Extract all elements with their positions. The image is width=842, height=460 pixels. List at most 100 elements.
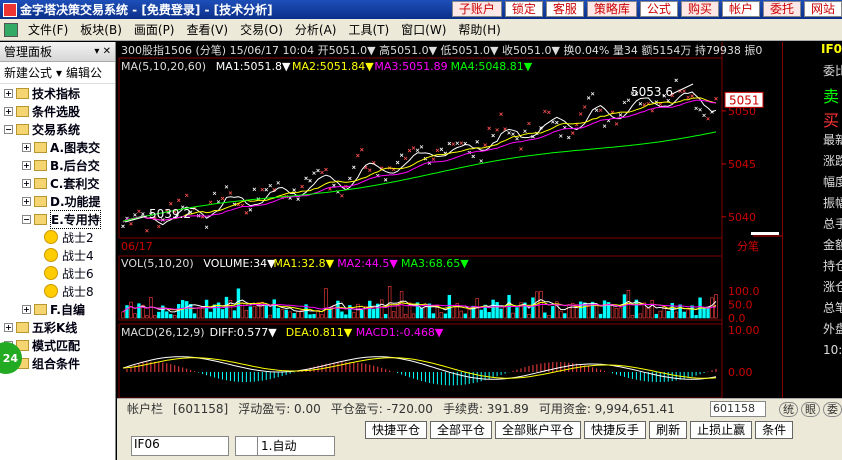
vol-bar <box>372 309 376 319</box>
new-formula-button[interactable]: 新建公式 <box>4 64 52 81</box>
account-pill-button[interactable]: 统 <box>779 401 798 417</box>
last-price-label: 5051 <box>729 93 760 107</box>
expand-icon[interactable]: + <box>4 322 13 332</box>
tree-node-label: 五彩K线 <box>32 320 78 335</box>
top-button-1[interactable]: 锁定 <box>504 1 543 17</box>
tree-node[interactable]: + 技术指标 <box>4 84 115 102</box>
top-button-7[interactable]: 委托 <box>762 1 801 17</box>
top-button-6[interactable]: 帐户 <box>721 1 760 17</box>
vol-bar <box>443 313 448 319</box>
top-button-5[interactable]: 购买 <box>680 1 719 17</box>
tree-node[interactable]: + 五彩K线 <box>4 318 115 336</box>
menu-item-4[interactable]: 交易(O) <box>234 21 289 38</box>
vol-bar <box>383 313 388 319</box>
menu-item-6[interactable]: 工具(T) <box>342 21 395 38</box>
vol-bar <box>125 305 129 319</box>
top-button-8[interactable]: 网站 <box>803 1 842 17</box>
tree-node[interactable]: 战士8 <box>4 282 115 300</box>
tick-mark <box>324 167 328 172</box>
scroll-thumb[interactable] <box>751 232 779 235</box>
quick-button[interactable]: 快捷反手 <box>584 421 647 439</box>
menu-item-7[interactable]: 窗口(W) <box>395 21 452 38</box>
menu-item-3[interactable]: 查看(V) <box>181 21 235 38</box>
vol-bar <box>129 301 133 319</box>
expand-icon[interactable]: + <box>22 160 31 170</box>
vol-bar <box>511 312 515 319</box>
tree-node-label: 模式匹配 <box>32 338 81 353</box>
tree-node[interactable]: − 交易系统 <box>4 120 115 138</box>
quote-row: 总手 <box>823 217 842 231</box>
vol-bar <box>188 304 193 319</box>
quick-button[interactable]: 止损止赢 <box>690 421 753 439</box>
account-select[interactable]: 601158 <box>710 400 766 417</box>
chart-svg[interactable]: 300股指1506 (分笔) 15/06/17 10:04 开5051.0▼ 高… <box>117 42 783 399</box>
vol-bar <box>368 300 372 319</box>
tree-node[interactable]: + C.套利交 <box>4 174 115 192</box>
tree-node[interactable]: 战士6 <box>4 264 115 282</box>
top-button-3[interactable]: 策略库 <box>586 1 637 17</box>
menu-item-8[interactable]: 帮助(H) <box>452 21 506 38</box>
edit-formula-button[interactable]: 编辑公 <box>66 64 102 81</box>
expand-icon[interactable]: + <box>22 304 31 314</box>
vol-bar <box>598 313 603 319</box>
tick-mark <box>614 122 619 126</box>
order-mode-select[interactable]: 1.自动 <box>257 436 335 456</box>
top-button-4[interactable]: 公式 <box>639 1 678 17</box>
tick-mark <box>523 129 527 134</box>
quick-button[interactable]: 全部平仓 <box>430 421 493 439</box>
quick-button[interactable]: 条件 <box>755 421 794 439</box>
tick-mark <box>220 196 225 201</box>
top-button-2[interactable]: 客服 <box>545 1 584 17</box>
menu-item-2[interactable]: 画面(P) <box>128 21 181 38</box>
collapse-icon[interactable]: − <box>22 214 31 224</box>
menu-item-1[interactable]: 板块(B) <box>74 21 128 38</box>
expand-icon[interactable]: + <box>22 178 31 188</box>
expand-icon[interactable]: + <box>22 196 31 206</box>
tree-node-label: E.专用持 <box>50 209 101 229</box>
tick-mark <box>407 148 412 153</box>
vol-bar <box>332 305 336 319</box>
tree-node[interactable]: + A.图表交 <box>4 138 115 156</box>
tick-mark <box>618 113 623 117</box>
macd-tick-label: 10.00 <box>728 324 760 337</box>
order-code-input[interactable]: IF06 <box>131 436 229 456</box>
tree-node[interactable]: + 条件选股 <box>4 102 115 120</box>
date-label: 06/17 <box>121 240 153 253</box>
vol-bar <box>165 311 169 319</box>
account-bar: 帐户栏 [601158] 浮动盈亏: 0.00 平仓盈亏: -720.00 手续… <box>117 398 842 418</box>
tree-node[interactable]: + F.自编 <box>4 300 115 318</box>
dropdown-icon[interactable]: ▾ <box>56 66 62 80</box>
expand-icon[interactable]: + <box>22 142 31 152</box>
panel-controls-icon[interactable]: ▾ ✕ <box>94 46 111 57</box>
chart-area[interactable]: 300股指1506 (分笔) 15/06/17 10:04 开5051.0▼ 高… <box>117 42 783 399</box>
vol-bar <box>173 315 177 319</box>
tree-node[interactable]: 战士2 <box>4 228 115 246</box>
vol-bar <box>658 310 662 319</box>
tree-node[interactable]: + D.功能提 <box>4 192 115 210</box>
menu-item-5[interactable]: 分析(A) <box>289 21 343 38</box>
collapse-icon[interactable]: − <box>4 124 13 134</box>
account-bar-label: 帐户栏 <box>127 402 164 416</box>
tree-node-label: A.图表交 <box>50 140 101 155</box>
tick-mark <box>519 147 523 151</box>
top-button-0[interactable]: 子账户 <box>451 1 502 17</box>
quick-button[interactable]: 刷新 <box>649 421 688 439</box>
tick-mark <box>475 140 479 144</box>
quick-button[interactable]: 全部账户平仓 <box>495 421 582 439</box>
account-pill-button[interactable]: 眼 <box>801 401 820 417</box>
account-pill-button[interactable]: 委 <box>823 401 842 417</box>
vol-tick-label: 100.0 <box>728 285 760 298</box>
vol-bar <box>379 299 384 319</box>
tree-node[interactable]: − E.专用持 <box>4 209 115 229</box>
expand-icon[interactable]: + <box>4 106 13 116</box>
tree-node[interactable]: 战士4 <box>4 246 115 264</box>
menu-item-0[interactable]: 文件(F) <box>22 21 74 38</box>
quote-row: 卖 <box>823 87 840 106</box>
quote-row: 外盘 <box>823 322 842 336</box>
expand-icon[interactable]: + <box>4 88 13 98</box>
tree-node[interactable]: + B.后台交 <box>4 156 115 174</box>
vol-bar <box>646 307 651 319</box>
vol-bar <box>208 311 213 319</box>
quick-button[interactable]: 快捷平仓 <box>365 421 428 439</box>
order-checkbox[interactable] <box>235 436 259 456</box>
